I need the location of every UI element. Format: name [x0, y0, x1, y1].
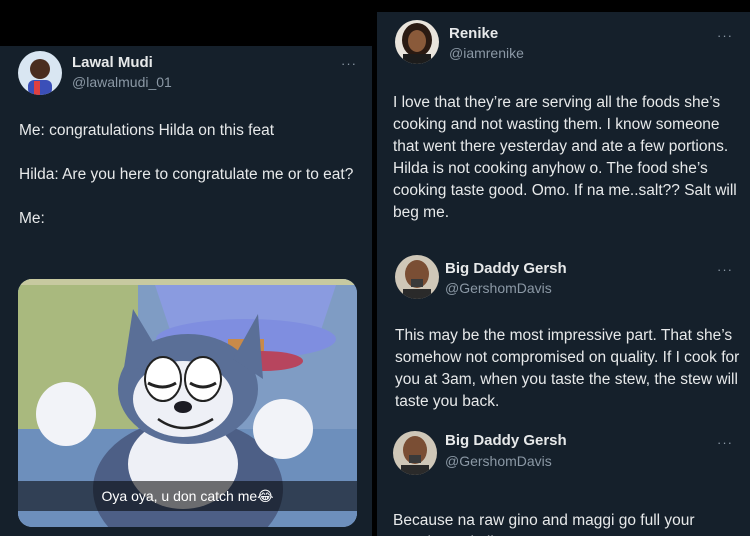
more-options-icon[interactable]: ··· [717, 28, 733, 43]
tweet-big-daddy-gersh-1[interactable]: Big Daddy Gersh @GershomDavis ··· This m… [377, 252, 750, 428]
avatar[interactable] [395, 255, 439, 299]
right-tweet-thread: Renike @iamrenike ··· I love that they’r… [377, 12, 750, 536]
user-handle[interactable]: @GershomDavis [445, 280, 552, 296]
more-options-icon[interactable]: ··· [717, 435, 733, 450]
left-tweet-card: Lawal Mudi @lawalmudi_01 ··· Me: congrat… [0, 46, 372, 536]
tweet-renike[interactable]: Renike @iamrenike ··· I love that they’r… [377, 12, 750, 248]
display-name[interactable]: Renike [449, 25, 498, 42]
meme-caption: Oya oya, u don catch me😂 [101, 487, 274, 504]
tweet-line: Me: [19, 210, 45, 227]
meme-caption-bar: Oya oya, u don catch me😂 [18, 481, 357, 511]
user-handle[interactable]: @GershomDavis [445, 453, 552, 469]
tweet-lawal-mudi[interactable]: Lawal Mudi @lawalmudi_01 ··· Me: congrat… [0, 46, 372, 536]
user-handle[interactable]: @iamrenike [449, 45, 524, 61]
more-options-icon[interactable]: ··· [341, 56, 357, 71]
avatar[interactable] [393, 431, 437, 475]
meme-image[interactable]: Oya oya, u don catch me😂 [18, 279, 357, 527]
tweet-line: Me: congratulations Hilda on this feat [19, 122, 275, 139]
tweet-line: Hilda: Are you here to congratulate me o… [19, 166, 354, 183]
avatar[interactable] [395, 20, 439, 64]
display-name[interactable]: Big Daddy Gersh [445, 432, 567, 449]
display-name[interactable]: Lawal Mudi [72, 54, 153, 71]
more-options-icon[interactable]: ··· [717, 262, 733, 277]
user-handle[interactable]: @lawalmudi_01 [72, 74, 172, 90]
tweet-text: Me: congratulations Hilda on this feat H… [19, 120, 364, 230]
avatar[interactable] [18, 51, 62, 95]
display-name[interactable]: Big Daddy Gersh [445, 260, 567, 277]
tweet-text: Because na raw gino and maggi go full yo… [393, 512, 695, 536]
tweet-text: I love that they’re are serving all the … [393, 94, 737, 221]
tweet-big-daddy-gersh-2[interactable]: Big Daddy Gersh @GershomDavis ··· Becaus… [377, 427, 750, 536]
tweet-text: This may be the most impressive part. Th… [395, 327, 740, 410]
